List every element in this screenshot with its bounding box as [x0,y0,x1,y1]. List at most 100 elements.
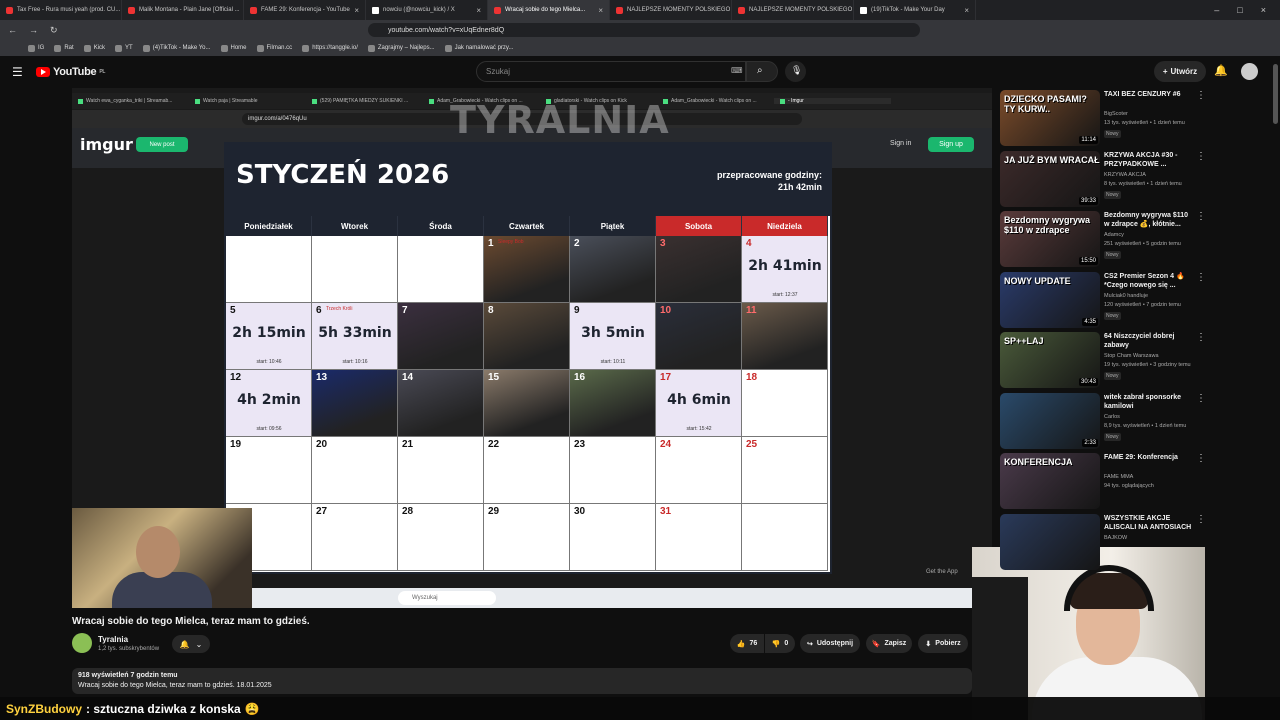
download-button[interactable]: ⬇ Pobierz [918,634,968,653]
video-thumbnail[interactable]: KONFERENCJA [1000,453,1100,509]
browser-tab-label: Wracaj sobie do tego Mielca... [505,7,586,13]
save-button[interactable]: 🔖 Zapisz [866,634,912,653]
video-thumbnail[interactable]: SP++LAJ 30:43 [1000,332,1100,388]
address-bar[interactable]: youtube.com/watch?v=xUqEdner8dQ [368,23,920,37]
recommended-channel[interactable]: KRZYWA AKCJA [1104,172,1146,178]
recommended-title[interactable]: KRZYWA AKCJA #30 - PRZYPADKOWE ... [1104,151,1194,169]
recommended-video[interactable]: DZIECKO PASAMI? TY KURW.. 11:14 TAXI BEZ C… [1000,90,1270,146]
recommended-channel[interactable]: Mulciak0 handluje [1104,293,1148,299]
video-thumbnail[interactable]: JA JUŻ BYM WRACAŁ 39:33 [1000,150,1100,207]
video-thumbnail[interactable]: NOWY UPDATE 4:35 [1000,271,1100,328]
bookmark-label: Jak namalować przy... [454,45,514,51]
bookmark-item[interactable]: YT [115,44,133,52]
stream-tab-label: Watch paja | Streamable [203,98,258,104]
browser-tab[interactable]: Wracaj sobie do tego Mielca... × [488,0,610,20]
more-options-icon[interactable]: ⋮ [1196,332,1206,343]
recommended-title[interactable]: Bezdomny wygrywa $110 w zdrapce 💰, kłótn… [1104,211,1194,229]
recommended-video[interactable]: SP++LAJ 30:43 64 Niszczyciel dobrej zabawy… [1000,332,1270,388]
menu-icon[interactable]: ☰ [12,65,23,79]
browser-tab[interactable]: Malik Montana - Plain Jane [Official ...… [122,0,244,20]
calendar-day: 5 2h 15min start: 10:46 [226,303,312,370]
recommended-title[interactable]: WSZYSTKIE AKCJE ALISCALI NA ANTOSIACH [1104,514,1194,532]
chat-overlay: SynZBudowy : sztuczna dziwka z konska 😩 [0,697,1280,720]
maximize-icon[interactable]: □ [1237,5,1242,15]
search-input[interactable]: Szukaj [476,61,746,82]
recommended-channel[interactable]: FAME MMA [1104,474,1133,480]
more-options-icon[interactable]: ⋮ [1196,514,1206,525]
recommended-title[interactable]: 64 Niszczyciel dobrej zabawy [1104,332,1194,350]
description-box[interactable] [72,668,972,694]
more-options-icon[interactable]: ⋮ [1196,272,1206,283]
more-options-icon[interactable]: ⋮ [1196,211,1206,222]
bookmark-item[interactable]: Home [220,44,247,52]
bookmark-item[interactable]: Filman.cc [256,44,292,52]
youtube-logo[interactable]: YouTube PL [36,66,105,78]
reload-icon[interactable]: ↻ [50,25,58,36]
keyboard-icon[interactable]: ⌨ [731,66,743,75]
recommended-channel[interactable]: Adamcy [1104,232,1124,238]
like-button[interactable]: 👍 76 [730,634,764,653]
stream-tab-label: Adam_Grabowiecki - Watch clips on ... [671,98,757,104]
create-button[interactable]: + Utwórz [1154,61,1206,82]
close-icon[interactable]: × [354,6,359,15]
video-thumbnail[interactable]: 2:33 [1000,392,1100,449]
bookmark-item[interactable]: (4)TikTok - Make Yo... [142,44,211,52]
recommended-channel[interactable]: BAJKOW [1104,535,1127,541]
recommended-video[interactable]: KONFERENCJA FAME 29: Konferencja FAME MMA 9… [1000,453,1270,509]
bookmark-item[interactable]: Jak namalować przy... [444,44,514,52]
recommended-channel[interactable]: Carlos [1104,414,1120,420]
channel-avatar[interactable] [72,633,92,653]
more-options-icon[interactable]: ⋮ [1196,90,1206,101]
recommended-title[interactable]: witek zabrał sponsorke kamilowi [1104,393,1194,411]
video-thumbnail[interactable]: DZIECKO PASAMI? TY KURW.. 11:14 [1000,90,1100,146]
scrollbar[interactable] [1273,64,1278,124]
bookmark-favicon-icon [83,44,91,52]
more-options-icon[interactable]: ⋮ [1196,151,1206,162]
recommended-title[interactable]: TAXI BEZ CENZURY #6 [1104,90,1194,99]
browser-tab[interactable]: NAJLEPSZE MOMENTY POLSKIEGO ...× [732,0,854,20]
close-window-icon[interactable]: × [1261,5,1266,15]
close-icon[interactable]: × [964,6,969,15]
search-button[interactable]: ⌕ [746,61,778,82]
stream-duration: 5h 33min [318,325,392,341]
save-label: Zapisz [884,640,907,647]
bookmark-item[interactable]: Kick [83,44,105,52]
bookmark-item[interactable]: IG [28,44,44,52]
bookmark-item[interactable]: https://tanggle.io/ [302,44,358,52]
browser-tab[interactable]: FAME 29: Konferencja - YouTube × [244,0,366,20]
share-button[interactable]: ↪ Udostępnij [800,634,860,653]
voice-search-button[interactable]: 🎙 [785,61,806,82]
recommended-video[interactable]: 2:33 witek zabrał sponsorke kamilowi Carlo… [1000,392,1270,449]
recommended-title[interactable]: CS2 Premier Sezon 4 🔥 *Czego nowego się … [1104,272,1194,290]
recommended-video[interactable]: NOWY UPDATE 4:35 CS2 Premier Sezon 4 🔥 *Cz… [1000,271,1270,328]
close-icon[interactable]: × [598,6,603,15]
recommended-title[interactable]: FAME 29: Konferencja [1104,453,1194,462]
avatar[interactable] [1241,63,1258,80]
recommended-video[interactable]: JA JUŻ BYM WRACAŁ 39:33 KRZYWA AKCJA #30 -… [1000,150,1270,207]
recommended-channel[interactable]: BigScoter [1104,111,1128,117]
recommended-video[interactable]: WSZYSTKIE AKCJE ALISCALI NA ANTOSIACH BAJ… [1000,513,1270,570]
video-thumbnail[interactable] [1000,513,1100,570]
thumbs-up-icon: 👍 [736,640,746,648]
video-thumbnail[interactable]: Bezdomny wygrywa $110 w zdrapce 15:50 [1000,211,1100,267]
browser-tab[interactable]: NAJLEPSZE MOMENTY POLSKIEGO ...× [610,0,732,20]
recommended-video[interactable]: Bezdomny wygrywa $110 w zdrapce 15:50 Bezd… [1000,211,1270,267]
bookmark-item[interactable]: Rat [54,44,74,52]
browser-tab[interactable]: (19)TikTok - Make Your Day × [854,0,976,20]
bookmark-item[interactable]: Zagrajmy – Najleps... [367,44,435,52]
forward-icon[interactable]: → [29,25,38,35]
back-icon[interactable]: ← [8,25,17,35]
subscription-bell-button[interactable]: 🔔 ⌄ [172,635,210,653]
dislike-button[interactable]: 👎 0 [765,634,795,653]
plus-icon: + [1162,67,1168,76]
channel-name[interactable]: Tyralnia [98,635,128,644]
more-options-icon[interactable]: ⋮ [1196,393,1206,404]
browser-tab[interactable]: Tax Free - Rura musi yeah (prod. CU...× [0,0,122,20]
minimize-icon[interactable]: – [1214,5,1219,15]
recommended-channel[interactable]: Stop Cham Warszawa [1104,353,1159,359]
notifications-icon[interactable]: 🔔 [1214,64,1228,77]
more-options-icon[interactable]: ⋮ [1196,453,1206,464]
browser-tab[interactable]: nowciu (@nowciu_kick) / X × [366,0,488,20]
close-icon[interactable]: × [476,6,481,15]
day-number: 28 [402,506,414,517]
